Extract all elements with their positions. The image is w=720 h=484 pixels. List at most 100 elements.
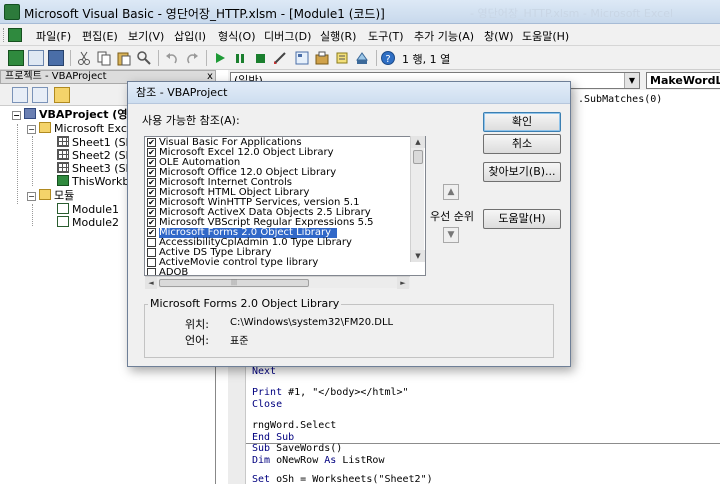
tree-node-thisworkbook[interactable]: ThisWorkbo (57, 175, 136, 188)
view-code-icon[interactable] (12, 87, 28, 103)
scroll-right-icon[interactable]: ► (397, 277, 409, 289)
break-icon[interactable] (232, 50, 248, 66)
reference-checkbox[interactable]: ✔ (147, 158, 156, 167)
help-button[interactable]: 도움말(H) (483, 209, 561, 229)
tree-node-sheet2[interactable]: Sheet2 (Sh (57, 149, 133, 162)
code-line[interactable]: Dim oNewRow As ListRow (252, 455, 384, 467)
code-line[interactable]: Set oSh = Worksheets("Sheet2") (252, 474, 433, 484)
module-icon (57, 216, 69, 227)
collapse-icon[interactable]: − (27, 192, 36, 201)
insert-module-icon[interactable] (28, 50, 44, 66)
menu-window[interactable]: 창(W) (484, 28, 514, 44)
copy-icon[interactable] (96, 50, 112, 66)
tree-node-module1[interactable]: Module1 (57, 203, 119, 216)
toolbar-separator (206, 50, 207, 66)
help-icon[interactable]: ? (380, 50, 396, 66)
toolbox-icon[interactable] (354, 50, 370, 66)
reference-checkbox[interactable]: ✔ (147, 188, 156, 197)
procedure-combo[interactable]: MakeWordList (646, 72, 720, 89)
view-excel-icon[interactable] (8, 50, 24, 66)
design-mode-icon[interactable] (272, 50, 288, 66)
references-list[interactable]: ✔ Visual Basic For Applications ✔ Microsoft… (144, 136, 426, 276)
priority-label: 우선 순위 (430, 210, 474, 223)
reference-item[interactable]: ADOB (146, 267, 410, 276)
location-label: 위치: (185, 318, 209, 331)
menu-format[interactable]: 형식(O) (218, 28, 255, 44)
reference-checkbox[interactable]: ✔ (147, 148, 156, 157)
tree-node-sheet1[interactable]: Sheet1 (Sh (57, 136, 133, 149)
menu-insert[interactable]: 삽입(I) (174, 28, 206, 44)
menu-addins[interactable]: 추가 기능(A) (414, 28, 474, 44)
paste-icon[interactable] (116, 50, 132, 66)
horizontal-scrollbar[interactable]: ◄ ||| ► (145, 276, 410, 289)
reference-checkbox[interactable] (147, 268, 156, 275)
menu-debug[interactable]: 디버그(D) (264, 28, 311, 44)
toolbar-separator (70, 50, 71, 66)
reference-checkbox[interactable]: ✔ (147, 198, 156, 207)
ok-button[interactable]: 확인 (483, 112, 561, 132)
reference-checkbox[interactable] (147, 248, 156, 257)
reference-info-legend: Microsoft Forms 2.0 Object Library (148, 297, 342, 310)
language-label: 언어: (185, 334, 209, 347)
priority-up-icon[interactable]: ▲ (443, 184, 459, 200)
save-icon[interactable] (48, 50, 64, 66)
menu-run[interactable]: 실행(R) (320, 28, 356, 44)
find-icon[interactable] (136, 50, 152, 66)
scroll-thumb[interactable] (413, 150, 423, 164)
code-line[interactable]: Sub SaveWords() (252, 443, 342, 455)
toolbar-separator (376, 50, 377, 66)
scroll-thumb[interactable]: ||| (159, 279, 309, 287)
worksheet-icon (57, 149, 69, 160)
undo-icon[interactable] (164, 50, 180, 66)
workbook-icon (57, 175, 69, 186)
menu-edit[interactable]: 편집(E) (82, 28, 118, 44)
properties-icon[interactable] (314, 50, 330, 66)
code-line[interactable]: Print #1, "</body></html>" (252, 387, 409, 399)
reference-checkbox[interactable]: ✔ (147, 138, 156, 147)
menu-grip (3, 28, 6, 42)
scroll-down-icon[interactable]: ▼ (411, 250, 425, 262)
collapse-icon[interactable]: − (27, 125, 36, 134)
reference-checkbox[interactable]: ✔ (147, 168, 156, 177)
menu-file[interactable]: 파일(F) (36, 28, 71, 44)
code-line[interactable]: .SubMatches(0) (578, 94, 662, 106)
reference-checkbox[interactable]: ✔ (147, 228, 156, 237)
reference-checkbox[interactable]: ✔ (147, 178, 156, 187)
object-browser-icon[interactable] (334, 50, 350, 66)
background-window-title: - 영단어장_HTTP.xlsm - Microsoft Excel (470, 7, 674, 20)
priority-down-icon[interactable]: ▼ (443, 227, 459, 243)
tree-node-sheet3[interactable]: Sheet3 (Sh (57, 162, 133, 175)
view-object-icon[interactable] (32, 87, 48, 103)
scroll-left-icon[interactable]: ◄ (145, 277, 157, 289)
vertical-scrollbar[interactable]: ▲ ▼ (410, 136, 425, 262)
toggle-folders-icon[interactable] (54, 87, 70, 103)
run-icon[interactable] (212, 50, 228, 66)
reference-checkbox[interactable] (147, 238, 156, 247)
project-explorer-icon[interactable] (294, 50, 310, 66)
browse-button[interactable]: 찾아보기(B)... (483, 162, 561, 182)
scroll-up-icon[interactable]: ▲ (411, 136, 425, 148)
reference-checkbox[interactable]: ✔ (147, 208, 156, 217)
chevron-down-icon[interactable]: ▼ (624, 73, 639, 88)
reference-checkbox[interactable]: ✔ (147, 218, 156, 227)
menu-view[interactable]: 보기(V) (128, 28, 164, 44)
worksheet-icon (57, 162, 69, 173)
menu-help[interactable]: 도움말(H) (522, 28, 569, 44)
tree-node-module2[interactable]: Module2 (57, 216, 119, 229)
references-dialog: 참조 - VBAProject 사용 가능한 참조(A): ✔ Visual Ba… (127, 81, 571, 367)
menu-tools[interactable]: 도구(T) (368, 28, 404, 44)
reset-icon[interactable] (252, 50, 268, 66)
collapse-icon[interactable]: − (12, 111, 21, 120)
code-line[interactable]: rngWord.Select (252, 420, 336, 432)
code-line[interactable]: Next (252, 366, 276, 378)
redo-icon[interactable] (184, 50, 200, 66)
tree-node-modules[interactable]: − 모듈 (27, 189, 74, 202)
excel-icon[interactable] (8, 28, 22, 42)
reference-checkbox[interactable] (147, 258, 156, 267)
menu-bar: 파일(F) 편집(E) 보기(V) 삽입(I) 형식(O) 디버그(D) 실행(… (0, 24, 720, 46)
reference-name: ADOB (159, 267, 189, 276)
tree-node-excel-objects[interactable]: − Microsoft Excel (27, 122, 137, 135)
code-line[interactable]: Close (252, 399, 282, 411)
cut-icon[interactable] (76, 50, 92, 66)
cancel-button[interactable]: 취소 (483, 134, 561, 154)
